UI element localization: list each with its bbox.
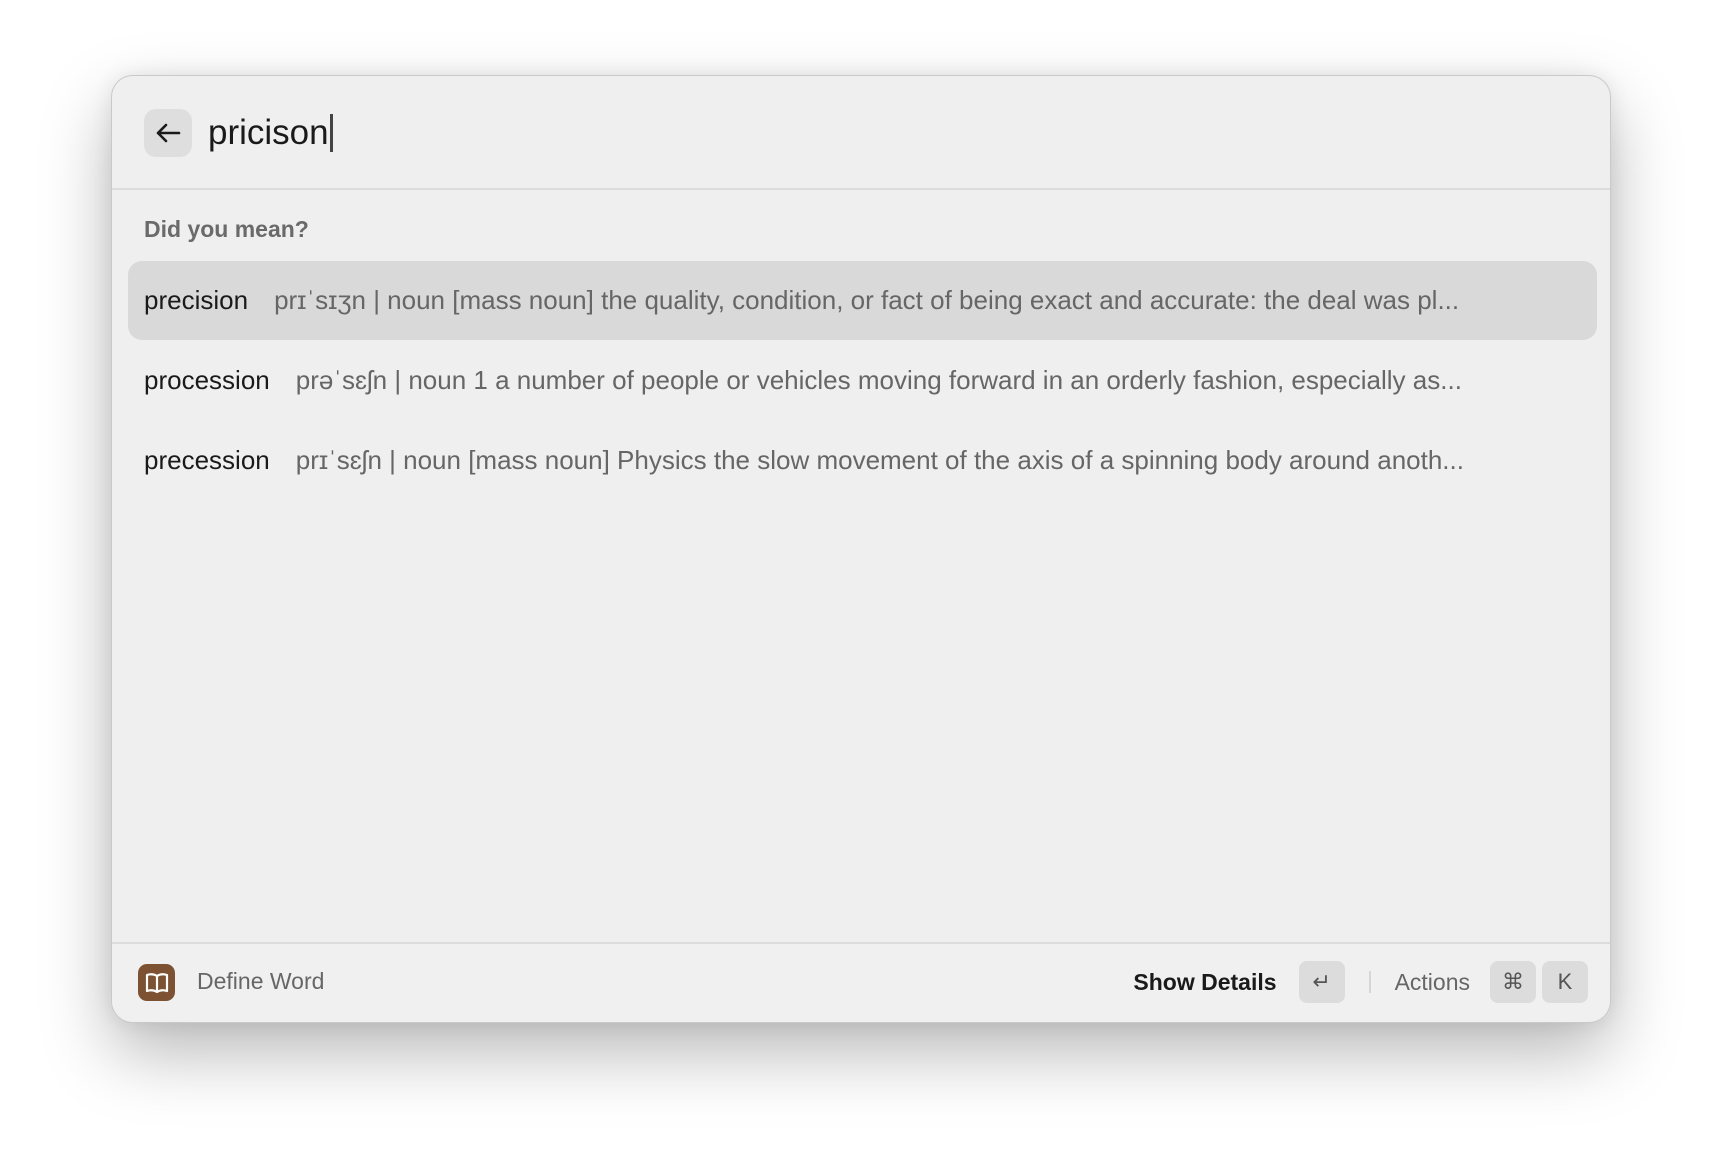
back-button[interactable] — [144, 109, 192, 157]
book-icon — [138, 964, 175, 1001]
suggestion-row[interactable]: precision prɪˈsɪʒn | noun [mass noun] th… — [128, 261, 1597, 340]
search-input[interactable]: pricison — [208, 106, 333, 160]
enter-key-hint: ↵ — [1298, 961, 1345, 1003]
show-details-button[interactable]: Show Details — [1133, 969, 1276, 996]
command-key-hint: ⌘ — [1490, 961, 1536, 1003]
suggestion-word: precession — [144, 445, 270, 475]
suggestion-definition: prəˈsɛʃn | noun 1 a number of people or … — [295, 365, 1462, 395]
suggestion-row[interactable]: precession prɪˈsɛʃn | noun [mass noun] P… — [128, 421, 1597, 500]
section-title: Did you mean? — [144, 216, 309, 242]
suggestion-word: precision — [144, 285, 249, 315]
k-key-hint: K — [1542, 961, 1588, 1003]
arrow-left-icon — [156, 123, 181, 143]
search-input-value: pricison — [208, 113, 329, 152]
suggestion-word: procession — [144, 365, 270, 395]
dictionary-window: pricison Did you mean? precision prɪˈsɪʒ… — [111, 75, 1611, 1023]
action-bar: Define Word Show Details ↵ Actions ⌘ K — [112, 942, 1610, 1022]
suggestion-row[interactable]: procession prəˈsɛʃn | noun 1 a number of… — [128, 341, 1597, 420]
actions-button[interactable]: Actions — [1395, 969, 1470, 996]
text-caret — [329, 114, 333, 152]
command-name: Define Word — [197, 968, 325, 994]
suggestion-definition: prɪˈsɪʒn | noun [mass noun] the quality,… — [274, 285, 1460, 315]
search-header: pricison — [112, 76, 1610, 190]
suggestion-definition: prɪˈsɛʃn | noun [mass noun] Physics the … — [295, 445, 1464, 475]
divider — [1368, 971, 1371, 993]
